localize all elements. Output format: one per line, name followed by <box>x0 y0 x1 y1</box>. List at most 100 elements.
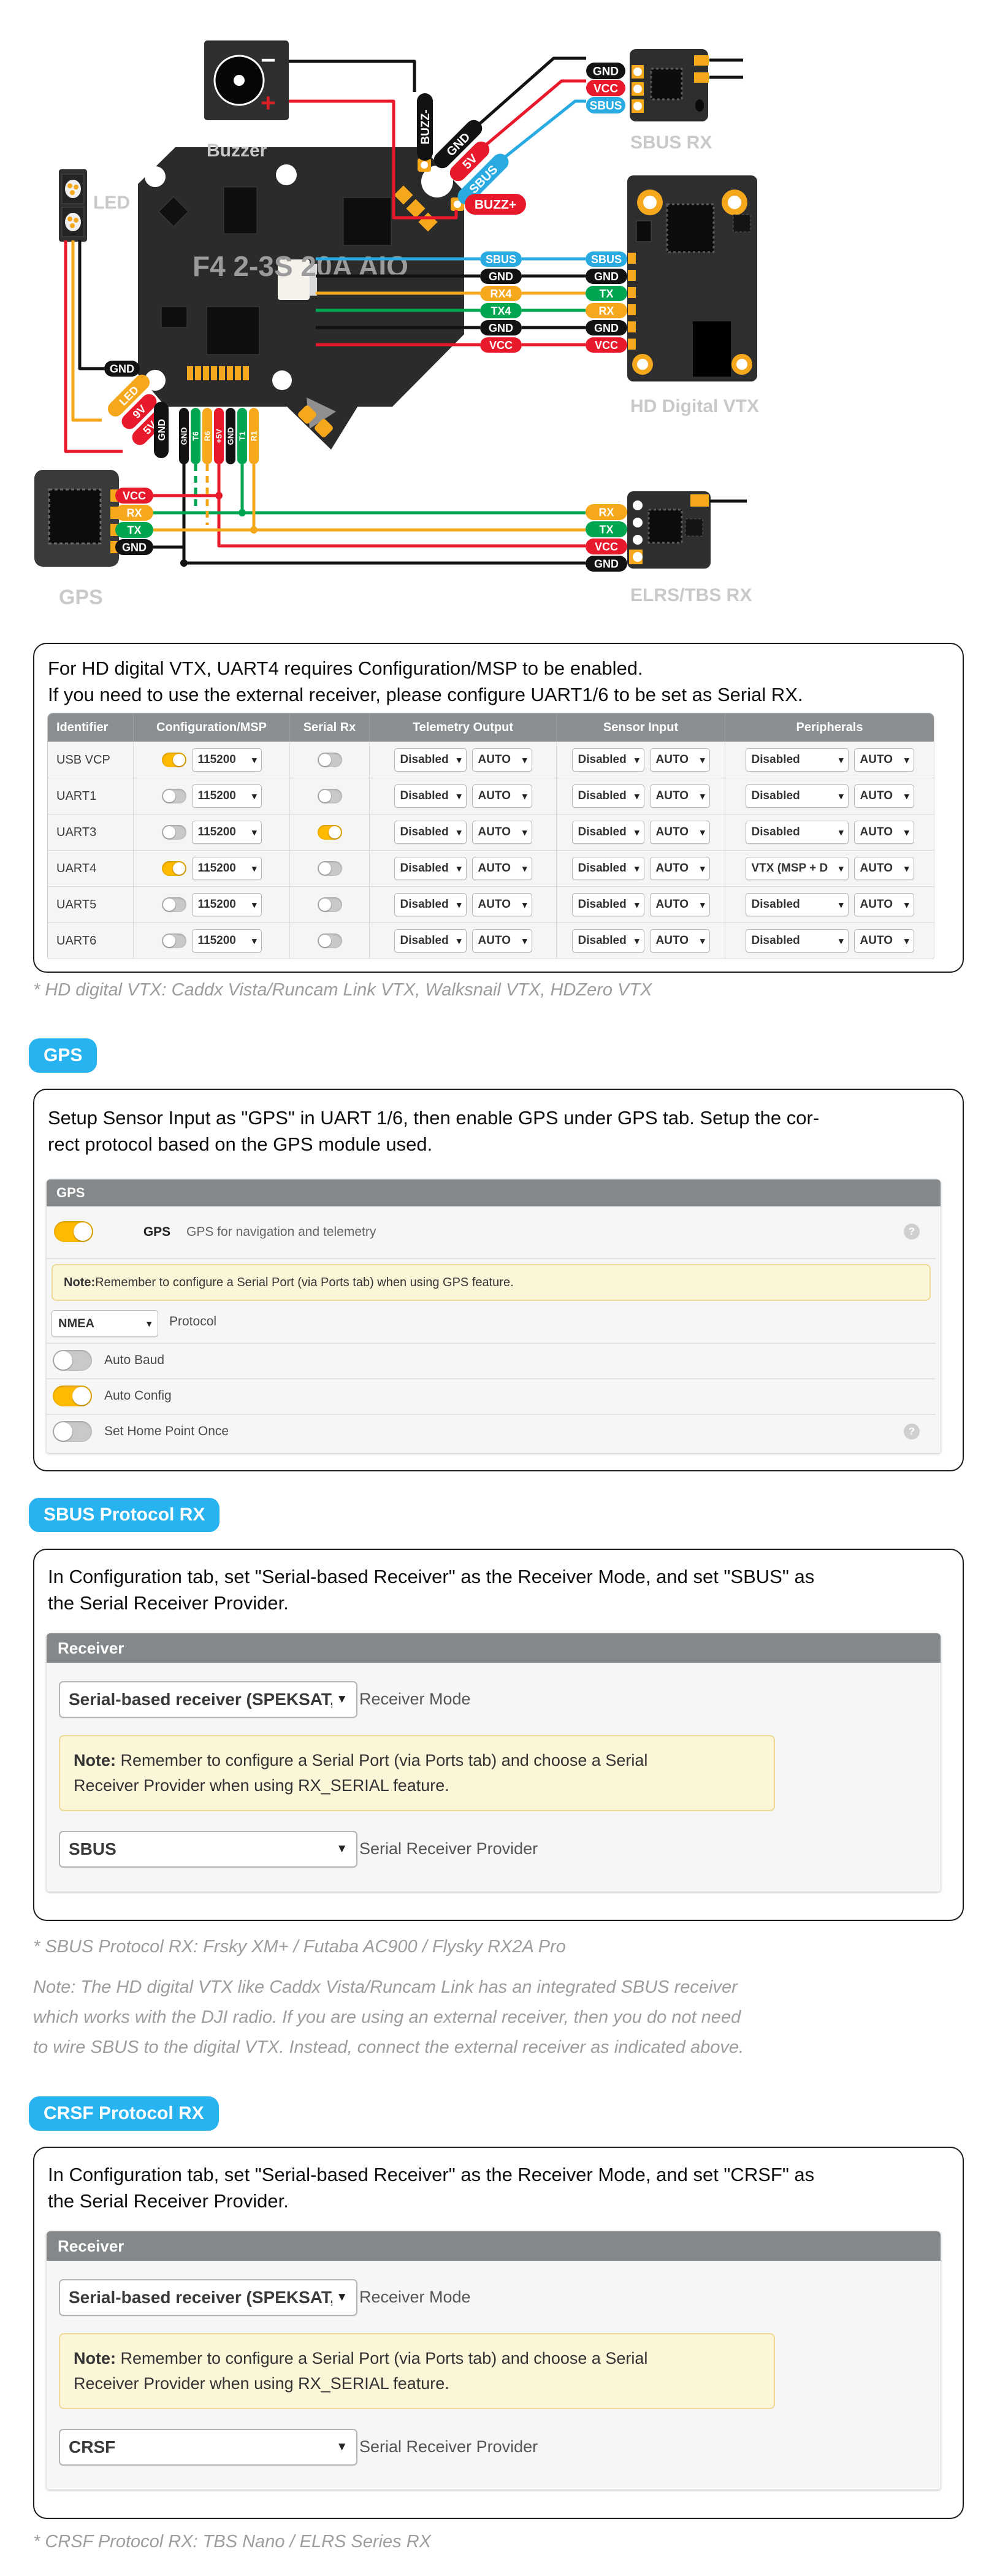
telemetry-select[interactable]: Disabled▾ <box>394 929 467 953</box>
configuration-msp-toggle[interactable] <box>162 753 186 767</box>
gps-note-text: Remember to configure a Serial Port (via… <box>95 1276 514 1290</box>
configuration-msp-toggle[interactable] <box>162 897 186 912</box>
sensor-baud-select[interactable]: AUTO▾ <box>650 857 710 880</box>
sensor-baud-select[interactable]: AUTO▾ <box>650 893 710 916</box>
sensor-select[interactable]: Disabled▾ <box>572 857 644 880</box>
sensor-baud-select[interactable]: AUTO▾ <box>650 821 710 844</box>
serial-provider-select[interactable]: CRSF▼ <box>59 2429 357 2466</box>
baud-select[interactable]: 115200▾ <box>192 748 262 772</box>
svg-text:SBUS: SBUS <box>486 253 516 266</box>
telemetry-baud-select[interactable]: AUTO▾ <box>472 821 532 844</box>
chevron-down-icon: ▾ <box>904 899 909 910</box>
serial-rx-toggle[interactable] <box>318 897 342 912</box>
chevron-down-icon: ▾ <box>522 754 527 765</box>
peripherals-select[interactable]: Disabled▾ <box>746 748 849 772</box>
serial-rx-toggle[interactable] <box>318 861 342 876</box>
serial-provider-select[interactable]: SBUS▼ <box>59 1831 357 1868</box>
gps-box: Setup Sensor Input as "GPS" in UART 1/6,… <box>33 1089 964 1471</box>
telemetry-baud-select[interactable]: AUTO▾ <box>472 748 532 772</box>
peripherals-baud-select[interactable]: AUTO▾ <box>854 857 914 880</box>
peripherals-select[interactable]: VTX (MSP + D▾ <box>746 857 849 880</box>
configuration-msp-toggle[interactable] <box>162 789 186 803</box>
telemetry-baud-select[interactable]: AUTO▾ <box>472 857 532 880</box>
crsf-footnote: * CRSF Protocol RX: TBS Nano / ELRS Seri… <box>33 2532 431 2552</box>
peripherals-baud-select[interactable]: AUTO▾ <box>854 821 914 844</box>
pin-pill-gnd: GND <box>586 320 627 335</box>
pin-pill-gnd: GND <box>480 269 522 284</box>
gps-enable-toggle[interactable] <box>54 1221 93 1242</box>
pin-pill-gnd: GND <box>104 361 140 377</box>
peripherals-select[interactable]: Disabled▾ <box>746 784 849 808</box>
pin-pill-gnd: GND <box>586 63 625 79</box>
baud-select[interactable]: 115200▾ <box>192 929 262 953</box>
led-module: LED <box>59 169 130 242</box>
chevron-down-icon: ▾ <box>635 827 639 838</box>
peripherals-baud-select[interactable]: AUTO▾ <box>854 784 914 808</box>
auto-baud-toggle[interactable] <box>53 1350 92 1371</box>
serial-rx-toggle[interactable] <box>318 933 342 948</box>
chevron-down-icon: ▾ <box>457 863 462 874</box>
chevron-down-icon: ▾ <box>839 935 844 946</box>
configuration-msp-toggle[interactable] <box>162 825 186 840</box>
baud-select[interactable]: 115200▾ <box>192 821 262 844</box>
svg-text:RX: RX <box>598 506 614 518</box>
sensor-select[interactable]: Disabled▾ <box>572 821 644 844</box>
peripherals-baud-select[interactable]: AUTO▾ <box>854 748 914 772</box>
serial-rx-toggle[interactable] <box>318 789 342 803</box>
baud-select[interactable]: 115200▾ <box>192 784 262 808</box>
configuration-msp-toggle[interactable] <box>162 861 186 876</box>
auto-config-toggle[interactable] <box>53 1386 92 1406</box>
sensor-baud-select[interactable]: AUTO▾ <box>650 784 710 808</box>
sensor-select[interactable]: Disabled▾ <box>572 784 644 808</box>
crsf-intro-line2: the Serial Receiver Provider. <box>48 2188 289 2214</box>
help-icon[interactable]: ? <box>904 1424 920 1439</box>
serial-rx-toggle[interactable] <box>318 753 342 767</box>
pin-pill-tx: TX <box>115 522 153 538</box>
hd-vtx-label: HD Digital VTX <box>630 396 759 416</box>
protocol-select[interactable]: NMEA▾ <box>52 1310 158 1337</box>
telemetry-select[interactable]: Disabled▾ <box>394 821 467 844</box>
baud-select[interactable]: 115200▾ <box>192 893 262 916</box>
peripherals-select[interactable]: Disabled▾ <box>746 893 849 916</box>
peripherals-baud-select[interactable]: AUTO▾ <box>854 893 914 916</box>
chevron-down-icon: ▾ <box>839 754 844 765</box>
telemetry-baud-select[interactable]: AUTO▾ <box>472 784 532 808</box>
sbus-intro-line2: the Serial Receiver Provider. <box>48 1590 289 1616</box>
telemetry-select[interactable]: Disabled▾ <box>394 748 467 772</box>
pin-pill-gnd: GND <box>179 408 189 464</box>
sbus-receiver-panel: Receiver Serial-based receiver (SPEKSAT,… <box>47 1633 941 1892</box>
table-row: USB VCP 115200▾ Disabled▾ AUTO▾ Disabled… <box>48 742 934 778</box>
telemetry-baud-select[interactable]: AUTO▾ <box>472 929 532 953</box>
receiver-mode-select[interactable]: Serial-based receiver (SPEKSAT, S▼ <box>59 2279 357 2316</box>
pin-pill-tx: TX <box>586 286 627 301</box>
help-icon[interactable]: ? <box>904 1224 920 1240</box>
peripherals-baud-select[interactable]: AUTO▾ <box>854 929 914 953</box>
svg-text:VCC: VCC <box>489 339 513 351</box>
baud-select[interactable]: 115200▾ <box>192 857 262 880</box>
telemetry-select[interactable]: Disabled▾ <box>394 893 467 916</box>
peripherals-select[interactable]: Disabled▾ <box>746 929 849 953</box>
pin-pill-gnd: GND <box>480 320 522 335</box>
crsf-badge: CRSF Protocol RX <box>29 2096 219 2131</box>
sensor-select[interactable]: Disabled▾ <box>572 893 644 916</box>
port-identifier: USB VCP <box>56 753 110 767</box>
chevron-down-icon: ▾ <box>457 754 462 765</box>
chevron-down-icon: ▾ <box>700 791 705 802</box>
table-row: UART5 115200▾ Disabled▾ AUTO▾ Disabled▾ … <box>48 886 934 922</box>
serial-rx-toggle[interactable] <box>318 825 342 840</box>
sensor-baud-select[interactable]: AUTO▾ <box>650 748 710 772</box>
configuration-msp-toggle[interactable] <box>162 933 186 948</box>
col-sensor-input: Sensor Input <box>557 713 725 742</box>
telemetry-select[interactable]: Disabled▾ <box>394 784 467 808</box>
telemetry-baud-select[interactable]: AUTO▾ <box>472 893 532 916</box>
sensor-select[interactable]: Disabled▾ <box>572 929 644 953</box>
telemetry-select[interactable]: Disabled▾ <box>394 857 467 880</box>
crsf-receiver-panel: Receiver Serial-based receiver (SPEKSAT,… <box>47 2231 941 2490</box>
sensor-select[interactable]: Disabled▾ <box>572 748 644 772</box>
receiver-mode-select[interactable]: Serial-based receiver (SPEKSAT, S▼ <box>59 1681 357 1718</box>
peripherals-select[interactable]: Disabled▾ <box>746 821 849 844</box>
buzzer-minus: − <box>261 45 276 74</box>
set-home-toggle[interactable] <box>53 1421 92 1442</box>
crsf-box: In Configuration tab, set "Serial-based … <box>33 2147 964 2519</box>
sensor-baud-select[interactable]: AUTO▾ <box>650 929 710 953</box>
